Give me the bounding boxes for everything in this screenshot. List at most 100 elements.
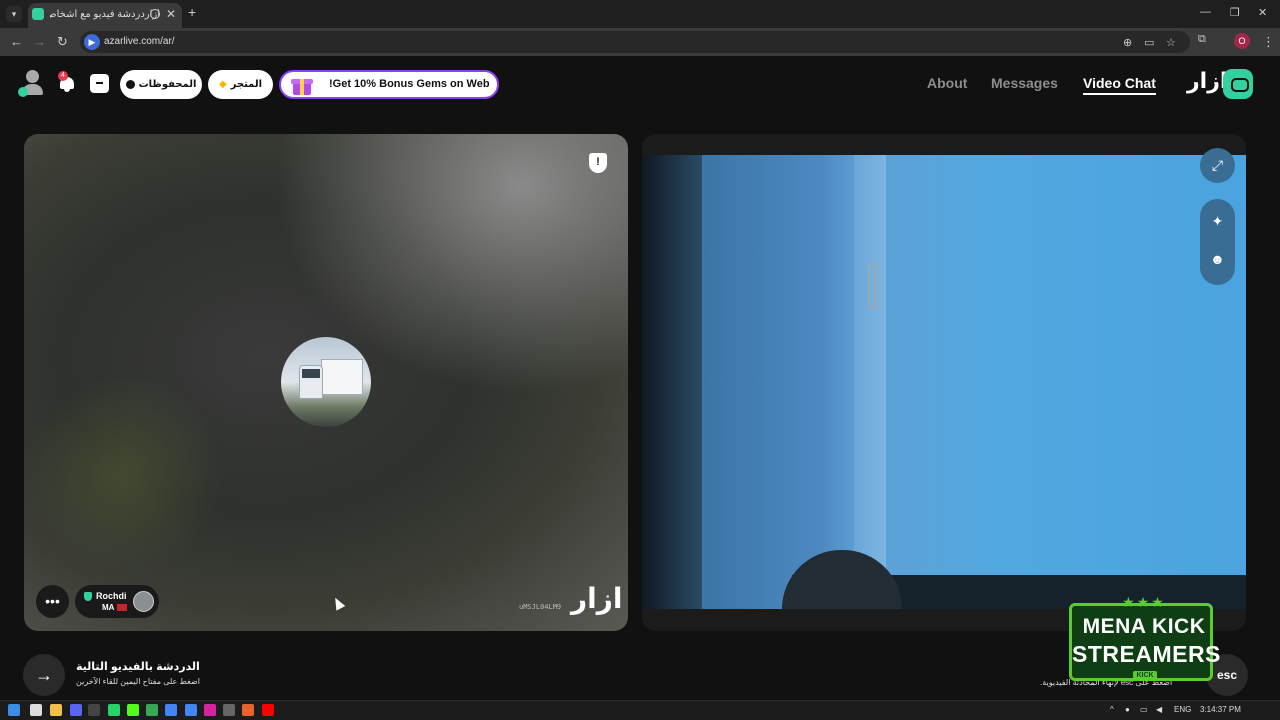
restore-icon[interactable]: ❐ [1230, 6, 1240, 19]
youtube-icon[interactable] [262, 704, 274, 716]
online-status-dot [18, 87, 28, 97]
forward-icon[interactable]: → [33, 34, 46, 49]
gift-ribbon [300, 79, 304, 95]
windows-taskbar: ^ ● ▭ ◀ ENG 3:14:37 PM [0, 700, 1280, 720]
shop-button[interactable]: ◆ المتجر [208, 70, 273, 99]
badge-stars: ★★★ [1122, 594, 1166, 610]
next-chat-hint: اضغط على مفتاح اليمين للقاء الآخرين [76, 677, 201, 686]
partner-info-chip[interactable]: Rochdi MA [75, 585, 159, 618]
window-close-icon[interactable]: ✕ [1258, 6, 1267, 19]
saved-label: المحفوظات [138, 79, 197, 90]
chat-bubble-icon[interactable]: ••• [36, 585, 69, 618]
camera-dark-edge [642, 155, 702, 609]
extensions-icon[interactable]: ⧉ [1198, 33, 1206, 46]
whatsapp-icon[interactable] [108, 704, 120, 716]
expand-icon[interactable]: ⤢ [1200, 148, 1235, 183]
nav-about[interactable]: About [927, 75, 967, 91]
task-view-icon[interactable] [30, 704, 42, 716]
instagram-icon[interactable] [204, 704, 216, 716]
tab-title: أزاردردشة فيديو مع أشخاص [50, 9, 160, 20]
partner-video-panel: ! ••• Rochdi MA uMSJL04LM9 ازار [24, 134, 628, 631]
verified-shield-icon [84, 592, 92, 601]
azar-watermark: ازار [571, 583, 623, 614]
address-bar: ← → ↻ ▶ azarlive.com/ar/ ⊕ ▭ ☆ ⧉ O ⋮ [0, 28, 1280, 56]
browser-tab-bar: ▾ أزاردردشة فيديو مع أشخاص ✕ + — ❐ ✕ [0, 0, 1280, 28]
site-camera-icon[interactable]: ▶ [84, 34, 100, 50]
notification-badge: 4 [58, 71, 68, 81]
mouse-cursor-icon [330, 595, 346, 611]
zoom-icon[interactable]: ⊕ [1123, 36, 1132, 49]
next-chat-title: الدردشة بالفيديو التالية [76, 661, 200, 673]
saved-button[interactable]: المحفوظات [120, 70, 202, 99]
blurred-background-shade [24, 374, 224, 574]
notifications-bell-icon[interactable]: 4 [58, 71, 76, 94]
back-icon[interactable]: ← [10, 34, 23, 49]
user-head [26, 70, 39, 83]
truck-trailer [321, 359, 363, 395]
next-chat-button[interactable]: → [23, 654, 65, 696]
brave-icon[interactable] [242, 704, 254, 716]
file-explorer-icon[interactable] [50, 704, 62, 716]
badge-line-2: STREAMERS [1072, 641, 1221, 667]
nav-messages[interactable]: Messages [991, 75, 1058, 91]
minimize-icon[interactable]: — [1200, 6, 1211, 18]
kick-icon[interactable] [127, 704, 139, 716]
clock-icon [125, 80, 135, 89]
azar-logo-icon[interactable] [1223, 69, 1253, 99]
camera-door [854, 155, 886, 609]
partner-avatar-truck-image [281, 337, 371, 427]
magic-wand-icon[interactable]: ✦ [1200, 213, 1235, 230]
session-id: uMSJL04LM9 [519, 603, 562, 611]
profile-avatar[interactable]: O [1234, 33, 1250, 49]
report-shield-icon[interactable]: ! [589, 153, 607, 173]
cast-icon[interactable]: ▭ [1144, 36, 1154, 49]
user-profile-icon[interactable] [18, 70, 44, 98]
microphone-icon[interactable]: ● [1125, 705, 1130, 714]
self-camera-panel: ⤢ ✦ ☻ [642, 134, 1246, 631]
inventory-box-icon[interactable] [90, 74, 109, 93]
tab-search-icon[interactable]: ▾ [6, 6, 22, 22]
network-icon[interactable]: ▭ [1140, 705, 1148, 714]
face-sticker-icon[interactable]: ☻ [1200, 251, 1235, 267]
camera-feed [642, 155, 1246, 609]
mena-kick-streamers-badge: ★★★ MENA KICK STREAMERS KICK [1069, 594, 1221, 681]
promo-text: !Get 10% Bonus Gems on Web [329, 78, 490, 90]
nav-video-chat[interactable]: Video Chat [1083, 75, 1156, 95]
tab-close-icon[interactable]: ✕ [166, 7, 176, 21]
reload-icon[interactable]: ↻ [57, 34, 68, 50]
app-header: 4 المحفوظات ◆ المتجر !Get 10% Bonus Gems… [0, 56, 1280, 116]
camera-tools-panel: ✦ ☻ [1200, 199, 1235, 285]
omnibox[interactable]: ▶ azarlive.com/ar/ ⊕ ▭ ☆ [80, 31, 1190, 53]
gift-icon [291, 75, 313, 95]
audio-indicator-icon[interactable] [150, 9, 160, 19]
obs-icon[interactable] [223, 704, 235, 716]
kick-tag: KICK [1133, 671, 1157, 681]
azar-favicon-icon [32, 8, 44, 20]
bookmark-star-icon[interactable]: ☆ [1166, 36, 1176, 49]
language-indicator[interactable]: ENG [1174, 705, 1191, 714]
discord-icon[interactable] [70, 704, 82, 716]
azar-logo-text[interactable]: ازار [1187, 68, 1227, 94]
shop-label: المتجر [230, 79, 263, 90]
chrome-active-icon[interactable] [165, 704, 177, 716]
partner-name: Rochdi [96, 591, 127, 601]
url-text[interactable]: azarlive.com/ar/ [104, 36, 175, 47]
volume-icon[interactable]: ◀ [1156, 705, 1162, 714]
app-icon[interactable] [88, 704, 100, 716]
browser-menu-icon[interactable]: ⋮ [1262, 34, 1275, 50]
new-tab-button[interactable]: + [188, 4, 196, 20]
chrome-icon[interactable] [146, 704, 158, 716]
bell-clapper [64, 89, 70, 92]
badge-line-1: MENA KICK [1082, 615, 1206, 638]
browser-tab[interactable]: أزاردردشة فيديو مع أشخاص ✕ [28, 3, 182, 28]
gem-icon: ◆ [218, 79, 227, 90]
tray-chevron-icon[interactable]: ^ [1110, 705, 1114, 714]
bonus-gems-promo-button[interactable]: !Get 10% Bonus Gems on Web [279, 70, 499, 99]
windows-start-icon[interactable] [8, 704, 20, 716]
morocco-flag-icon [117, 604, 127, 611]
truck-windshield [302, 369, 320, 378]
camera-door-handle [868, 263, 877, 309]
clock[interactable]: 3:14:37 PM [1200, 705, 1241, 714]
chrome-profile-icon[interactable] [185, 704, 197, 716]
partner-small-avatar [133, 591, 154, 612]
